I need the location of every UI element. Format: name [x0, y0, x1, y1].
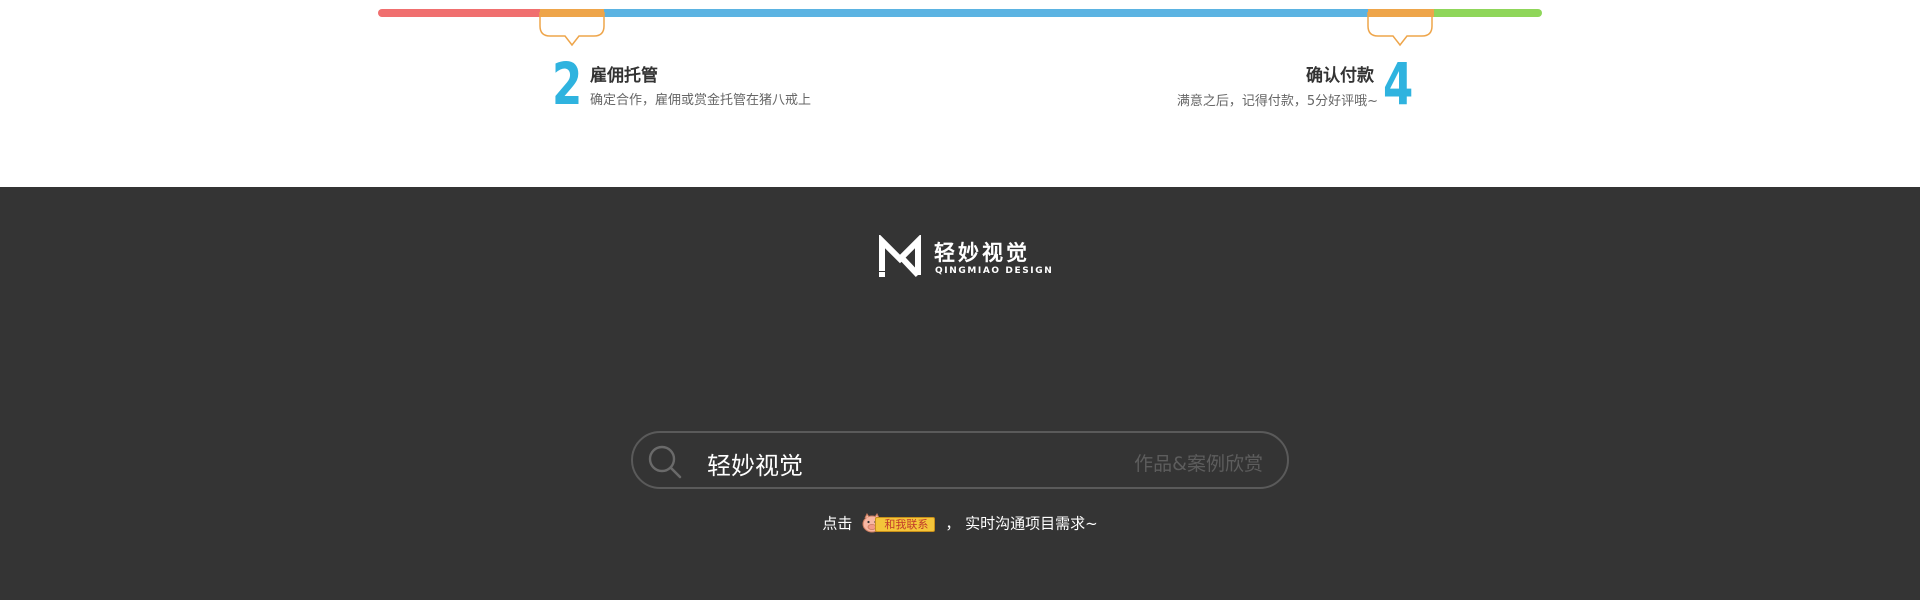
- contact-badge-label: 和我联系: [884, 518, 929, 531]
- progress-segment-blue: [604, 9, 1368, 17]
- step-4-number: 4: [1383, 50, 1414, 118]
- progress-segment-red: [378, 9, 540, 17]
- step4-pointer-bubble: [1367, 12, 1433, 48]
- search-box[interactable]: 轻妙视觉 作品&案例欣赏: [631, 431, 1289, 489]
- footer-section: 轻妙视觉 QINGMIAO DESIGN 轻妙视觉 作品&案例欣赏 点击 和我联…: [0, 187, 1920, 600]
- contact-prompt: 点击 和我联系 ， 实时沟通项目需求~: [0, 512, 1920, 534]
- brand-name-cn: 轻妙视觉: [934, 241, 1030, 265]
- brand-logo-mark-icon: [879, 235, 921, 278]
- progress-segment-green: [1434, 9, 1542, 17]
- search-input-value[interactable]: 轻妙视觉: [707, 446, 803, 481]
- process-steps-section: 2 雇佣托管 确定合作，雇佣或赏金托管在猪八戒上 确认付款 满意之后，记得付款，…: [0, 0, 1920, 187]
- step2-pointer-bubble: [539, 12, 605, 48]
- contact-me-button[interactable]: 和我联系: [861, 512, 937, 534]
- contact-suffix-text: ， 实时沟通项目需求~: [945, 514, 1098, 533]
- search-icon[interactable]: [647, 444, 683, 480]
- brand-logo[interactable]: 轻妙视觉 QINGMIAO DESIGN: [878, 235, 1052, 281]
- step-4-title: 确认付款: [1306, 66, 1374, 86]
- brand-name-en: QINGMIAO DESIGN: [935, 266, 1054, 276]
- step-2-number: 2: [552, 50, 583, 118]
- search-hint-link[interactable]: 作品&案例欣赏: [1134, 449, 1263, 476]
- contact-prefix-text: 点击: [822, 514, 853, 533]
- step-4-description: 满意之后，记得付款，5分好评哦~: [1176, 94, 1378, 109]
- step-2-title: 雇佣托管: [590, 66, 658, 86]
- step-2-description: 确定合作，雇佣或赏金托管在猪八戒上: [590, 93, 812, 108]
